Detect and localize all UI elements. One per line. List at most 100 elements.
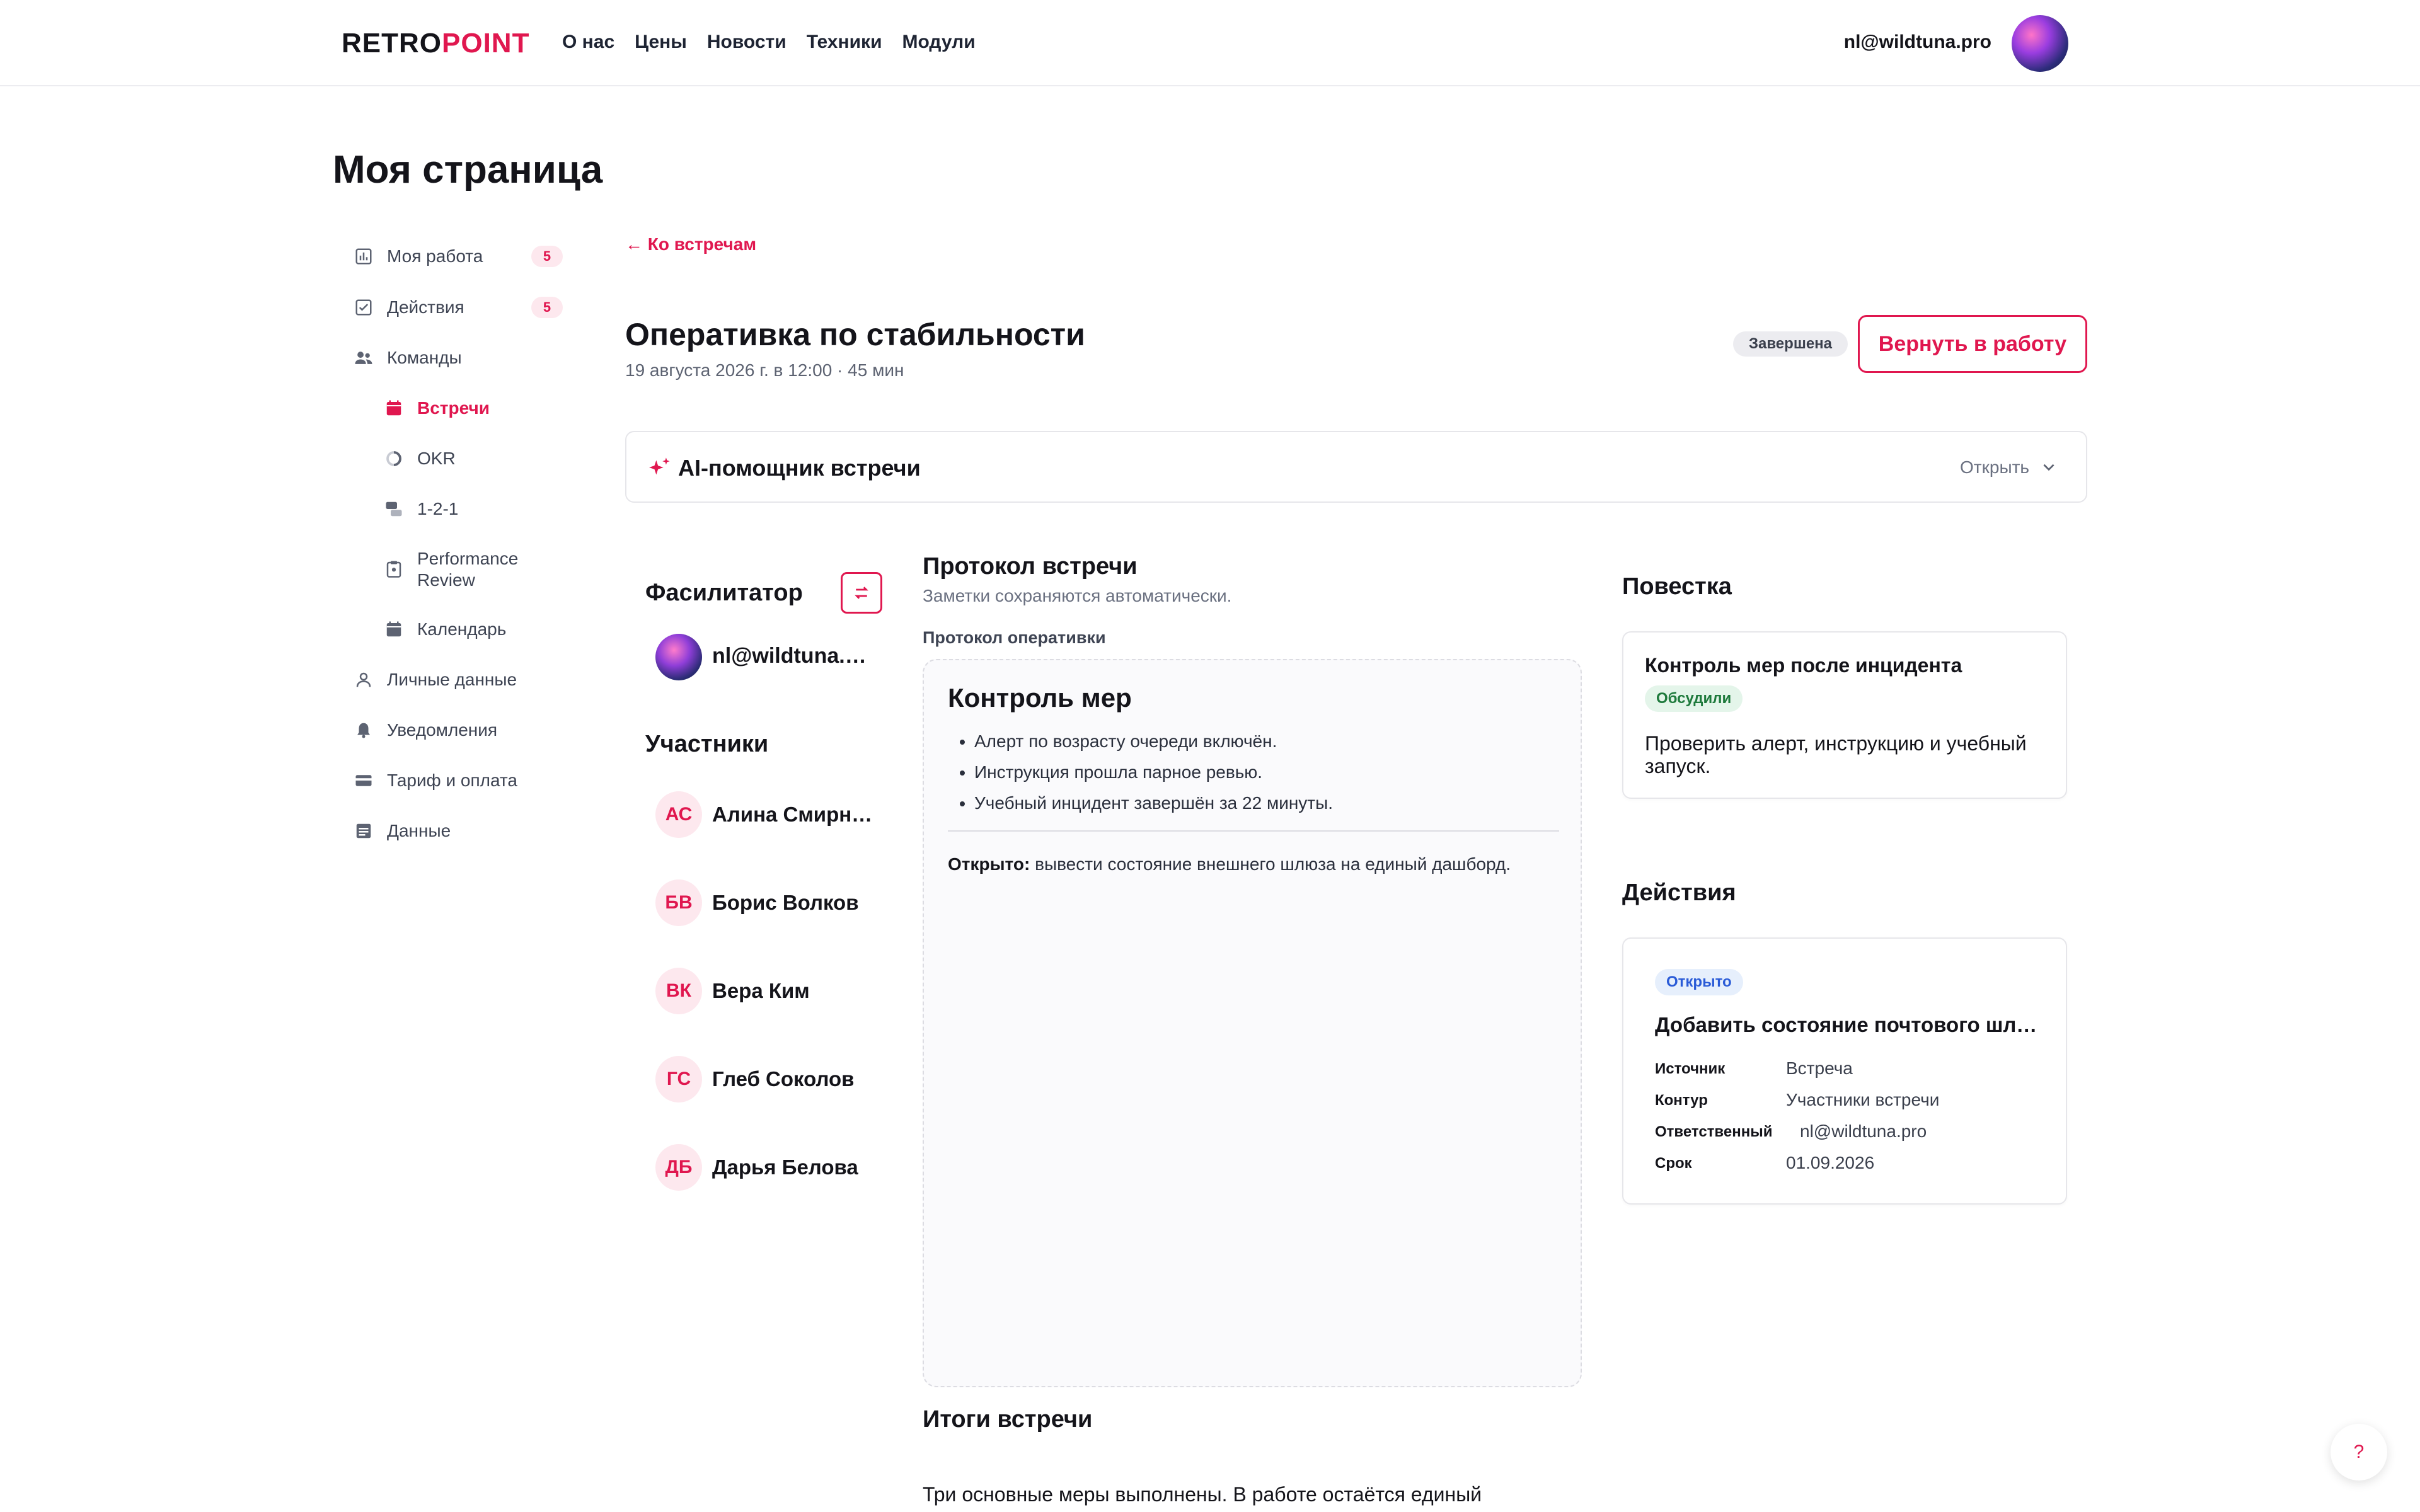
agenda-heading: Повестка <box>1622 573 1732 600</box>
field-value: 01.09.2026 <box>1786 1153 1875 1172</box>
checkbox-icon <box>353 297 374 318</box>
action-field-owner: Ответственный nl@wildtuna.pro <box>1655 1121 1927 1142</box>
participant-item: ДБ Дарья Белова <box>655 1144 858 1191</box>
sidebar-item-teams[interactable]: Команды <box>353 347 462 369</box>
facilitator-heading: Фасилитатор <box>645 580 803 606</box>
sidebar-item-data[interactable]: Данные <box>353 820 451 842</box>
retropoint-logo[interactable]: RETROPOINT <box>342 28 529 59</box>
participant-initials: ВК <box>655 968 702 1014</box>
participant-name: Борис Волков <box>712 891 859 914</box>
calendar-icon <box>383 619 405 640</box>
open-note-label: Открыто: <box>948 854 1030 874</box>
people-icon <box>353 347 374 369</box>
agenda-item-description: Проверить алерт, инструкцию и учебный за… <box>1645 732 2027 777</box>
status-badge: Завершена <box>1733 331 1848 357</box>
user-avatar[interactable] <box>2012 15 2068 72</box>
field-value: Участники встречи <box>1786 1090 1940 1109</box>
action-field-deadline: Срок 01.09.2026 <box>1655 1153 1874 1173</box>
sidebar-item-label: Уведомления <box>387 720 498 740</box>
sidebar-item-label: Встречи <box>417 398 490 418</box>
agenda-status-badge: Обсудили <box>1645 685 1743 712</box>
sidebar-item-notifications[interactable]: Уведомления <box>353 719 497 741</box>
sidebar-item-billing[interactable]: Тариф и оплата <box>353 770 517 791</box>
nav-link-news[interactable]: Новости <box>707 32 786 53</box>
participant-item: АС Алина Смирнова <box>655 791 877 838</box>
sidebar-item-label: 1-2-1 <box>417 499 459 518</box>
sidebar-item-label: Команды <box>387 348 462 367</box>
summary-text: Три основные меры выполнены. В работе ос… <box>923 1483 1482 1506</box>
ai-assistant-open-label[interactable]: Открыть <box>1960 457 2029 478</box>
ai-assistant-title: AI-помощник встречи <box>678 455 921 481</box>
protocol-doc-heading: Контроль мер <box>948 683 1132 713</box>
chat-bubbles-icon <box>383 498 405 520</box>
main-nav: О нас Цены Новости Техники Модули <box>562 32 976 53</box>
sidebar-item-label: Действия <box>387 297 464 317</box>
sidebar-item-actions[interactable]: Действия <box>353 297 464 318</box>
participant-name: Глеб Соколов <box>712 1067 855 1091</box>
sidebar-item-label: Моя работа <box>387 246 483 266</box>
sidebar-item-label: Личные данные <box>387 670 517 689</box>
return-to-work-button[interactable]: Вернуть в работу <box>1858 315 2087 373</box>
protocol-editor[interactable]: Контроль мер Алерт по возрасту очереди в… <box>923 659 1582 1387</box>
database-icon <box>353 820 374 842</box>
agenda-item-title: Контроль мер после инцидента <box>1645 654 1962 677</box>
meeting-title: Оперативка по стабильности <box>625 317 1085 352</box>
top-nav-bar: RETROPOINT О нас Цены Новости Техники Мо… <box>0 0 2420 86</box>
action-field-scope: Контур Участники встречи <box>1655 1090 1939 1110</box>
field-key: Источник <box>1655 1060 1726 1077</box>
nav-link-modules[interactable]: Модули <box>902 32 976 53</box>
open-note-text: вывести состояние внешнего шлюза на един… <box>1030 854 1511 874</box>
back-to-meetings-link[interactable]: ← Ко встречам <box>625 234 756 255</box>
progress-ring-icon <box>383 448 405 469</box>
sidebar-item-one-on-one[interactable]: 1-2-1 <box>383 498 458 520</box>
actions-heading: Действия <box>1622 879 1736 906</box>
participant-initials: АС <box>655 791 702 838</box>
person-icon <box>353 669 374 690</box>
nav-link-about[interactable]: О нас <box>562 32 614 53</box>
clipboard-icon <box>383 558 405 580</box>
participant-item: ГС Глеб Соколов <box>655 1056 854 1102</box>
help-button[interactable]: ? <box>2331 1424 2387 1480</box>
credit-card-icon <box>353 770 374 791</box>
list-item: Инструкция прошла парное ревью. <box>974 757 1333 788</box>
sidebar-item-label: Тариф и оплата <box>387 770 517 790</box>
ai-assistant-panel[interactable]: AI-помощник встречи Открыть <box>625 431 2087 503</box>
swap-facilitator-button[interactable] <box>841 572 882 614</box>
action-title: Добавить состояние почтового шлюза на да… <box>1655 1013 2046 1036</box>
participant-initials: ДБ <box>655 1144 702 1191</box>
divider <box>948 830 1559 832</box>
list-item: Алерт по возрасту очереди включён. <box>974 726 1333 757</box>
participant-initials: ГС <box>655 1056 702 1102</box>
sidebar-item-label: Данные <box>387 821 451 840</box>
nav-link-techniques[interactable]: Техники <box>807 32 882 53</box>
sidebar-item-label: Календарь <box>417 619 507 639</box>
sidebar-item-label: OKR <box>417 449 456 468</box>
summary-heading: Итоги встречи <box>923 1406 1093 1433</box>
protocol-heading: Протокол встречи <box>923 553 1138 580</box>
sidebar-item-performance-review[interactable]: Performance Review <box>383 548 531 591</box>
sidebar-item-calendar[interactable]: Календарь <box>383 619 506 640</box>
action-item-card[interactable]: Открыто Добавить состояние почтового шлю… <box>1622 937 2067 1205</box>
sidebar-item-my-work[interactable]: Моя работа <box>353 246 483 267</box>
swap-arrows-icon <box>855 587 868 599</box>
bell-icon <box>353 719 374 741</box>
sidebar-item-okr[interactable]: OKR <box>383 448 456 469</box>
sidebar-item-label: Performance Review <box>417 549 519 590</box>
sparkle-icon <box>649 455 671 480</box>
sidebar-item-personal-data[interactable]: Личные данные <box>353 669 517 690</box>
field-key: Срок <box>1655 1155 1692 1172</box>
logo-text-retro: RETRO <box>342 28 442 59</box>
participant-item: ВК Вера Ким <box>655 968 810 1014</box>
page-title: Моя страница <box>333 148 603 192</box>
user-email[interactable]: nl@wildtuna.pro <box>1844 32 1991 53</box>
field-value: Встреча <box>1786 1058 1853 1078</box>
list-item: Учебный инцидент завершён за 22 минуты. <box>974 788 1333 818</box>
agenda-item-card[interactable]: Контроль мер после инцидента Обсудили Пр… <box>1622 631 2067 799</box>
participant-item: БВ Борис Волков <box>655 879 859 926</box>
nav-link-pricing[interactable]: Цены <box>635 32 687 53</box>
sidebar-item-meetings[interactable]: Встречи <box>383 398 490 419</box>
chevron-down-icon[interactable] <box>2041 459 2057 475</box>
participant-name: Дарья Белова <box>712 1155 858 1179</box>
actions-count-badge: 5 <box>531 297 563 318</box>
autosave-hint: Заметки сохраняются автоматически. <box>923 586 1232 605</box>
